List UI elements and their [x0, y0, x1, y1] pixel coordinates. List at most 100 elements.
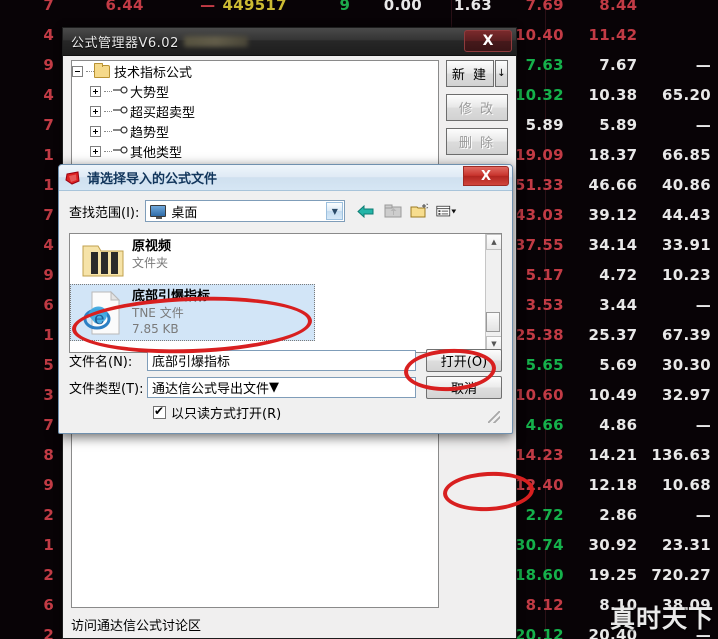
quote-cell-last: 10.68	[662, 476, 711, 494]
quote-cell: 6	[43, 296, 55, 314]
filetype-value: 通达信公式导出文件	[152, 382, 270, 397]
file-list-scrollbar[interactable]: ▲ ▼	[485, 234, 501, 352]
readonly-checkbox[interactable]	[153, 404, 166, 419]
app-icon	[65, 170, 81, 186]
quote-cell: 9	[339, 0, 351, 14]
tree-node-label: 超买超卖型	[130, 105, 196, 121]
file-list[interactable]: 原视频 文件夹 e 底部引爆指标 TNE 文件 7.85 KB ▲ ▼	[69, 233, 502, 353]
file-dialog-toolbar	[355, 201, 457, 221]
quote-cell-last: 33.91	[662, 236, 711, 254]
quote-cell-last: 32.97	[662, 386, 711, 404]
quote-cell: 4	[43, 26, 55, 44]
quote-cell: 14.21	[588, 446, 638, 464]
tree-node-label: 大势型	[130, 85, 170, 101]
formula-manager-title: 公式管理器V6.02	[71, 36, 179, 51]
button-删除: 删 除	[446, 128, 508, 155]
filetype-combo[interactable]: 通达信公式导出文件 ▼	[147, 377, 416, 398]
file-dialog-titlebar: 请选择导入的公式文件 X	[59, 165, 512, 191]
open-button[interactable]: 打开(O)	[426, 349, 502, 372]
views-icon[interactable]	[436, 201, 457, 221]
quote-cell: 8.44	[599, 0, 638, 14]
quote-cell: 7	[43, 206, 55, 224]
quote-cell: 2	[43, 626, 55, 639]
expand-icon[interactable]	[90, 85, 101, 97]
quote-cell: 46.66	[588, 176, 638, 194]
screen: 76.44—44951790.001.637.698.44411.42—6721…	[0, 0, 718, 639]
new-folder-icon[interactable]	[409, 201, 430, 221]
tree-node-label: 其他类型	[130, 145, 183, 161]
quote-cell-last: 66.85	[662, 146, 711, 164]
up-folder-icon	[382, 201, 403, 221]
file-item-size: 7.85 KB	[132, 322, 179, 336]
quote-cell: 8	[43, 446, 55, 464]
quote-cell: 0.00	[383, 0, 423, 14]
cancel-button[interactable]: 取消	[426, 376, 502, 399]
quote-cell: 1.63	[453, 0, 493, 14]
file-item-meta: 底部引爆指标 TNE 文件 7.85 KB	[128, 288, 210, 337]
quote-cell: 4.72	[599, 266, 638, 284]
new-button-row: 新 建 ↓	[446, 60, 510, 94]
button-修改: 修 改	[446, 94, 508, 121]
file-list-item[interactable]: e 底部引爆指标 TNE 文件 7.85 KB	[70, 284, 315, 341]
quote-cell: 18.37	[588, 146, 638, 164]
filename-input[interactable]: 底部引爆指标	[147, 350, 416, 371]
expand-icon[interactable]	[90, 105, 101, 117]
quote-cell: 7.67	[599, 56, 638, 74]
filetype-label: 文件类型(T):	[69, 382, 144, 397]
formula-manager-status[interactable]: 访问通达信公式讨论区	[71, 615, 201, 634]
back-arrow-icon[interactable]	[355, 201, 376, 221]
ie-file-icon: e	[78, 288, 128, 337]
quote-cell: 1	[43, 146, 55, 164]
quote-cell: 39.12	[588, 206, 638, 224]
tree-node-label: 趋势型	[130, 125, 170, 141]
quote-cell: 3.44	[599, 296, 638, 314]
quote-cell: 30.92	[588, 536, 638, 554]
file-dialog-close-button[interactable]: X	[463, 166, 509, 186]
quote-cell-last: —	[695, 506, 711, 524]
tree-node[interactable]: 超买超卖型	[72, 101, 438, 121]
file-list-item[interactable]: 原视频 文件夹	[70, 234, 501, 284]
expand-icon[interactable]	[90, 125, 101, 137]
formula-manager-close-button[interactable]: X	[464, 30, 512, 52]
quote-cell: 12.18	[588, 476, 638, 494]
quote-cell: 5.69	[599, 356, 638, 374]
quote-cell-last: —	[695, 416, 711, 434]
new-button[interactable]: 新 建	[446, 60, 494, 87]
quote-cell: 7	[43, 416, 55, 434]
quote-cell: 25.37	[588, 326, 638, 344]
lookin-label: 查找范围(I):	[69, 205, 140, 221]
quote-cell: 7	[43, 0, 55, 14]
chevron-down-icon[interactable]: ▼	[326, 202, 344, 220]
file-item-name: 原视频	[132, 239, 172, 254]
scroll-up-button[interactable]: ▲	[486, 234, 501, 250]
lookin-value: 桌面	[171, 205, 198, 221]
collapse-icon[interactable]	[72, 65, 83, 77]
filename-row: 文件名(N): 底部引爆指标 打开(O)	[69, 349, 502, 372]
scrollbar-thumb[interactable]	[486, 312, 500, 332]
lookin-value-wrap: 桌面	[146, 202, 197, 221]
desktop-icon	[150, 205, 167, 219]
readonly-row: 以只读方式打开(R)	[69, 403, 502, 422]
quote-cell-last: —	[695, 116, 711, 134]
tree-connector	[104, 90, 112, 92]
quote-cell-last: 44.43	[662, 206, 711, 224]
file-dialog-fields: 文件名(N): 底部引爆指标 打开(O) 文件类型(T): 通达信公式导出文件 …	[69, 349, 502, 425]
formula-node-icon	[112, 85, 130, 98]
tree-node[interactable]: 趋势型	[72, 121, 438, 141]
quote-cell: 2.86	[599, 506, 638, 524]
quote-cell: 1	[43, 176, 55, 194]
new-button-dropdown-icon[interactable]: ↓	[495, 60, 508, 87]
expand-icon[interactable]	[90, 145, 101, 157]
quote-cell: 10.49	[588, 386, 638, 404]
tree-node[interactable]: 技术指标公式	[72, 61, 438, 81]
lookin-combo[interactable]: 桌面 ▼	[145, 200, 346, 222]
tree-connector	[104, 130, 112, 132]
tree-node-label: 技术指标公式	[114, 65, 193, 81]
resize-grip[interactable]	[488, 411, 500, 423]
tree-node[interactable]: 其他类型	[72, 141, 438, 161]
tree-node[interactable]: 大势型	[72, 81, 438, 101]
chevron-down-icon-filetype[interactable]: ▼	[269, 380, 279, 395]
file-item-type: 文件夹	[132, 256, 169, 270]
quote-cell: 19.25	[588, 566, 638, 584]
quote-cell: 4	[43, 236, 55, 254]
